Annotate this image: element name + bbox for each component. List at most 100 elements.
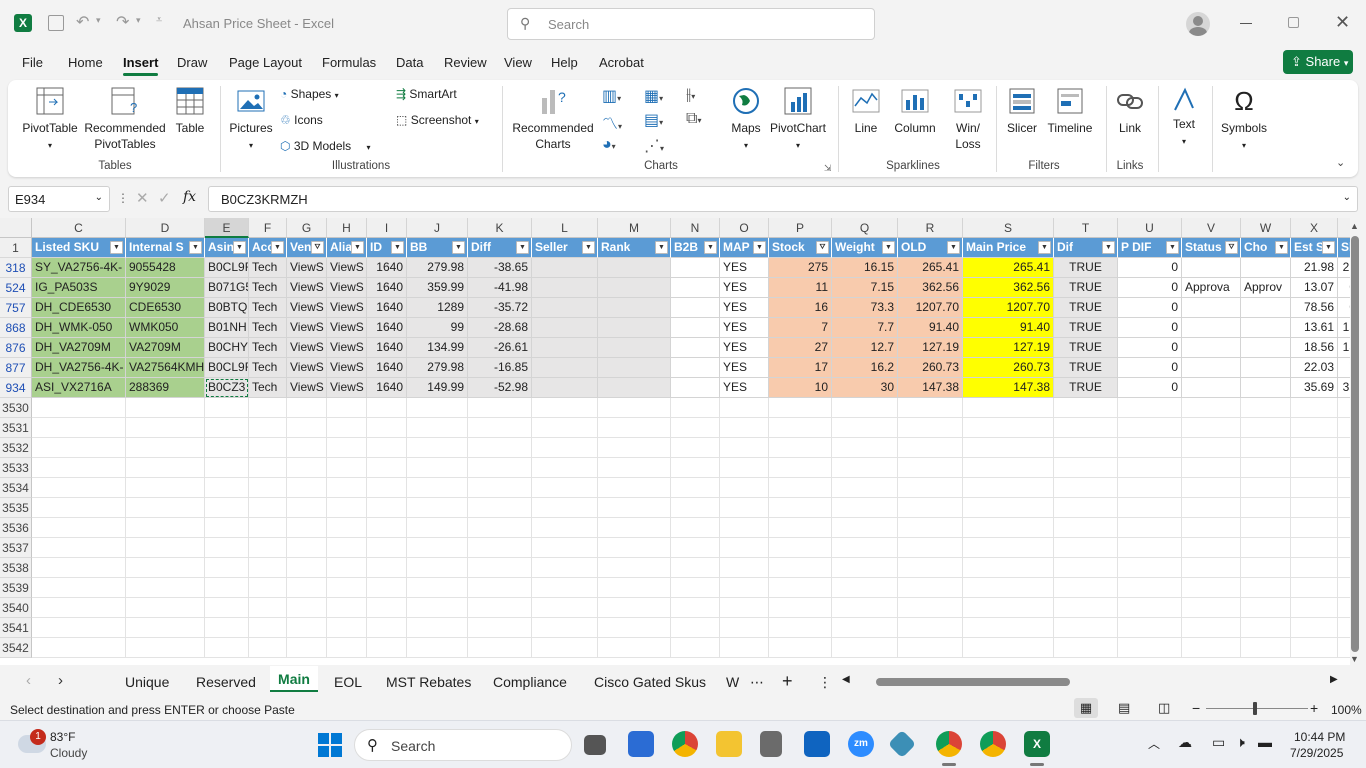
cell-i524[interactable]: 1640	[367, 278, 407, 298]
empty-cell[interactable]	[671, 398, 720, 418]
empty-cell[interactable]	[963, 418, 1054, 438]
table-header-cell[interactable]: Sh	[1338, 238, 1350, 258]
empty-cell[interactable]	[1054, 418, 1118, 438]
table-header-cell[interactable]: Dif ▼	[1054, 238, 1118, 258]
empty-cell[interactable]	[532, 598, 598, 618]
empty-cell[interactable]	[32, 418, 126, 438]
empty-cell[interactable]	[1291, 418, 1338, 438]
column-header-v[interactable]: V	[1182, 218, 1241, 238]
column-header-c[interactable]: C	[32, 218, 126, 238]
combo-chart-icon[interactable]: ⧉▾	[686, 110, 701, 128]
normal-view-icon[interactable]: ▦	[1074, 698, 1098, 718]
empty-cell[interactable]	[532, 438, 598, 458]
avatar[interactable]	[1186, 12, 1210, 36]
empty-cell[interactable]	[720, 478, 769, 498]
empty-cell[interactable]	[1054, 438, 1118, 458]
empty-cell[interactable]	[671, 438, 720, 458]
empty-cell[interactable]	[963, 498, 1054, 518]
empty-cell[interactable]	[287, 478, 327, 498]
empty-cell[interactable]	[720, 518, 769, 538]
cell-m934[interactable]	[598, 378, 671, 398]
cell-c318[interactable]: SY_VA2756-4K-	[32, 258, 126, 278]
empty-cell[interactable]	[407, 598, 468, 618]
cell-f934[interactable]: Tech	[249, 378, 287, 398]
empty-cell[interactable]	[32, 558, 126, 578]
empty-cell[interactable]	[126, 578, 205, 598]
empty-cell[interactable]	[1182, 478, 1241, 498]
table-header-cell[interactable]: Weight ▼	[832, 238, 898, 258]
filter-dropdown-icon[interactable]: ▼	[516, 241, 529, 254]
empty-cell[interactable]	[205, 578, 249, 598]
empty-cell[interactable]	[832, 578, 898, 598]
filter-dropdown-icon[interactable]: ▼	[189, 241, 202, 254]
taskbar-date[interactable]: 7/29/2025	[1290, 746, 1343, 760]
cell-g318[interactable]: ViewS	[287, 258, 327, 278]
cell-l934[interactable]	[532, 378, 598, 398]
text-button[interactable]: Text ▾	[1166, 86, 1202, 150]
empty-cell[interactable]	[720, 598, 769, 618]
empty-cell[interactable]	[963, 578, 1054, 598]
empty-cell[interactable]	[832, 458, 898, 478]
filter-dropdown-icon[interactable]: ▼	[882, 241, 895, 254]
cell-l757[interactable]	[532, 298, 598, 318]
save-icon[interactable]	[48, 15, 64, 31]
cell-v757[interactable]	[1182, 298, 1241, 318]
tab-review[interactable]: Review	[444, 55, 487, 70]
empty-cell[interactable]	[249, 478, 287, 498]
cell-r757[interactable]: 1207.70	[898, 298, 963, 318]
empty-cell[interactable]	[327, 558, 367, 578]
empty-cell[interactable]	[367, 458, 407, 478]
empty-cell[interactable]	[407, 518, 468, 538]
empty-cell[interactable]	[1241, 618, 1291, 638]
row-header-876[interactable]: 876	[0, 338, 32, 358]
redo-icon[interactable]: ↷	[116, 12, 129, 32]
empty-cell[interactable]	[327, 458, 367, 478]
add-sheet-icon[interactable]: +	[782, 671, 793, 692]
cell-s877[interactable]: 260.73	[963, 358, 1054, 378]
empty-cell[interactable]	[327, 398, 367, 418]
empty-cell[interactable]	[598, 618, 671, 638]
empty-cell[interactable]	[327, 598, 367, 618]
empty-cell[interactable]	[1291, 578, 1338, 598]
shapes-button[interactable]: ◔ Shapes ▾	[280, 86, 360, 104]
empty-cell[interactable]	[32, 458, 126, 478]
cell-v876[interactable]	[1182, 338, 1241, 358]
empty-cell[interactable]	[1291, 458, 1338, 478]
column-header-m[interactable]: M	[598, 218, 671, 238]
cell-h757[interactable]: ViewS	[327, 298, 367, 318]
empty-cell[interactable]	[468, 618, 532, 638]
column-header-r[interactable]: R	[898, 218, 963, 238]
empty-cell[interactable]	[249, 638, 287, 658]
empty-cell[interactable]	[407, 638, 468, 658]
empty-cell[interactable]	[671, 478, 720, 498]
cell-p868[interactable]: 7	[769, 318, 832, 338]
row-header-3533[interactable]: 3533	[0, 458, 32, 478]
cell-e318[interactable]: B0CL9F	[205, 258, 249, 278]
empty-cell[interactable]	[126, 638, 205, 658]
empty-cell[interactable]	[1241, 638, 1291, 658]
empty-cell[interactable]	[720, 538, 769, 558]
empty-cell[interactable]	[769, 498, 832, 518]
cell-i757[interactable]: 1640	[367, 298, 407, 318]
filter-dropdown-icon[interactable]: ▼	[753, 241, 766, 254]
empty-cell[interactable]	[1291, 478, 1338, 498]
table-header-cell[interactable]: Internal S ▼	[126, 238, 205, 258]
empty-cell[interactable]	[407, 478, 468, 498]
empty-cell[interactable]	[249, 598, 287, 618]
tab-page-layout[interactable]: Page Layout	[229, 55, 302, 70]
cell-n868[interactable]	[671, 318, 720, 338]
cell-s318[interactable]: 265.41	[963, 258, 1054, 278]
cell-c934[interactable]: ASI_VX2716A	[32, 378, 126, 398]
cell-r524[interactable]: 362.56	[898, 278, 963, 298]
row-header-3539[interactable]: 3539	[0, 578, 32, 598]
empty-cell[interactable]	[287, 458, 327, 478]
empty-cell[interactable]	[205, 478, 249, 498]
cell-j524[interactable]: 359.99	[407, 278, 468, 298]
empty-cell[interactable]	[769, 578, 832, 598]
empty-cell[interactable]	[126, 398, 205, 418]
table-header-cell[interactable]: Listed SKU ▼	[32, 238, 126, 258]
cloud-off-icon[interactable]: ☁	[1178, 734, 1192, 751]
empty-cell[interactable]	[832, 498, 898, 518]
sparkline-column-button[interactable]: Column	[890, 86, 940, 136]
empty-cell[interactable]	[249, 518, 287, 538]
